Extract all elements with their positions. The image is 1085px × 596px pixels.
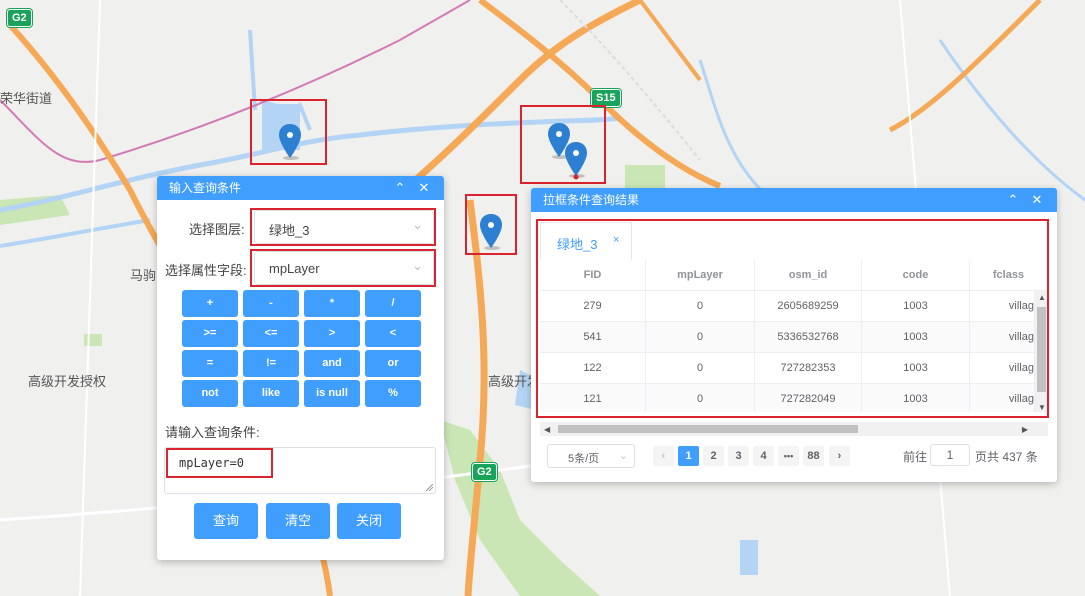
query-result-panel: 拉框条件查询结果 ⌃ ✕ 绿地_3 × FID mpLayer osm_id c… (531, 188, 1057, 482)
selection-box (536, 219, 1049, 418)
op-and-button[interactable]: and (304, 350, 360, 377)
page-button-2[interactable]: 2 (703, 446, 724, 466)
selection-box (250, 208, 436, 246)
close-button[interactable]: 关闭 (337, 503, 401, 539)
scroll-right-icon[interactable]: ▶ (1022, 425, 1028, 434)
result-panel-header[interactable]: 拉框条件查询结果 ⌃ ✕ (531, 188, 1057, 212)
page-ellipsis-button[interactable]: ••• (778, 446, 799, 466)
scroll-left-icon[interactable]: ◀ (544, 425, 550, 434)
next-page-button[interactable]: › (829, 446, 850, 466)
op-gte-button[interactable]: >= (182, 320, 238, 347)
chevron-up-icon[interactable]: ⌃ (390, 176, 410, 200)
op-gt-button[interactable]: > (304, 320, 360, 347)
page-size-value: 5条/页 (568, 453, 600, 465)
map-label-area: 马驹 (130, 268, 157, 283)
field-label: 选择属性字段: (165, 263, 247, 278)
op-plus-button[interactable]: + (182, 290, 238, 317)
map-pin-icon[interactable] (561, 140, 591, 180)
highway-shield-g2-south: G2 (472, 463, 497, 481)
page-button-3[interactable]: 3 (728, 446, 749, 466)
result-panel-title: 拉框条件查询结果 (543, 193, 640, 207)
pagination: 5条/页 ⌄ ‹ 1 2 3 4 ••• 88 › 前往 1 页共 437 条 (531, 444, 1057, 470)
page-button-88[interactable]: 88 (803, 446, 824, 466)
prev-page-button[interactable]: ‹ (653, 446, 674, 466)
total-count: 页共 437 条 (975, 450, 1038, 464)
selection-box (250, 249, 436, 287)
page-button-4[interactable]: 4 (753, 446, 774, 466)
query-condition-panel: 输入查询条件 ⌃ ✕ 选择图层: 绿地_3 ⌄ 选择属性字段: mpLayer … (157, 176, 444, 560)
highway-shield-g2: G2 (7, 9, 32, 27)
goto-page-input[interactable]: 1 (930, 444, 970, 466)
goto-label: 前往 (903, 450, 928, 464)
page-button-1[interactable]: 1 (678, 446, 699, 466)
horizontal-scroll-thumb[interactable] (558, 425, 858, 433)
op-percent-button[interactable]: % (365, 380, 421, 407)
op-lte-button[interactable]: <= (243, 320, 299, 347)
map-label-district: 荣华街道 (0, 91, 53, 106)
close-icon[interactable]: ✕ (1027, 188, 1047, 212)
op-divide-button[interactable]: / (365, 290, 421, 317)
query-button[interactable]: 查询 (194, 503, 258, 539)
map-pin-icon[interactable] (275, 122, 305, 162)
selection-box (166, 448, 273, 478)
op-is-null-button[interactable]: is null (304, 380, 360, 407)
resize-handle-icon[interactable] (426, 484, 433, 491)
table-horizontal-scrollbar[interactable]: ◀ ▶ (540, 422, 1048, 436)
op-lt-button[interactable]: < (365, 320, 421, 347)
clear-button[interactable]: 清空 (266, 503, 330, 539)
map-label-zone-left: 高级开发授权 (28, 374, 107, 389)
op-like-button[interactable]: like (243, 380, 299, 407)
chevron-up-icon[interactable]: ⌃ (1003, 188, 1023, 212)
layer-label: 选择图层: (189, 222, 245, 237)
op-or-button[interactable]: or (365, 350, 421, 377)
op-minus-button[interactable]: - (243, 290, 299, 317)
chevron-down-icon: ⌄ (618, 450, 628, 462)
query-panel-title: 输入查询条件 (169, 181, 242, 195)
close-icon[interactable]: ✕ (414, 176, 434, 200)
condition-label: 请输入查询条件: (165, 425, 260, 440)
op-equal-button[interactable]: = (182, 350, 238, 377)
op-not-button[interactable]: not (182, 380, 238, 407)
page-size-select[interactable]: 5条/页 ⌄ (547, 444, 635, 468)
query-panel-header[interactable]: 输入查询条件 ⌃ ✕ (157, 176, 444, 200)
op-multiply-button[interactable]: * (304, 290, 360, 317)
op-not-equal-button[interactable]: != (243, 350, 299, 377)
map-pin-icon[interactable] (476, 212, 506, 252)
